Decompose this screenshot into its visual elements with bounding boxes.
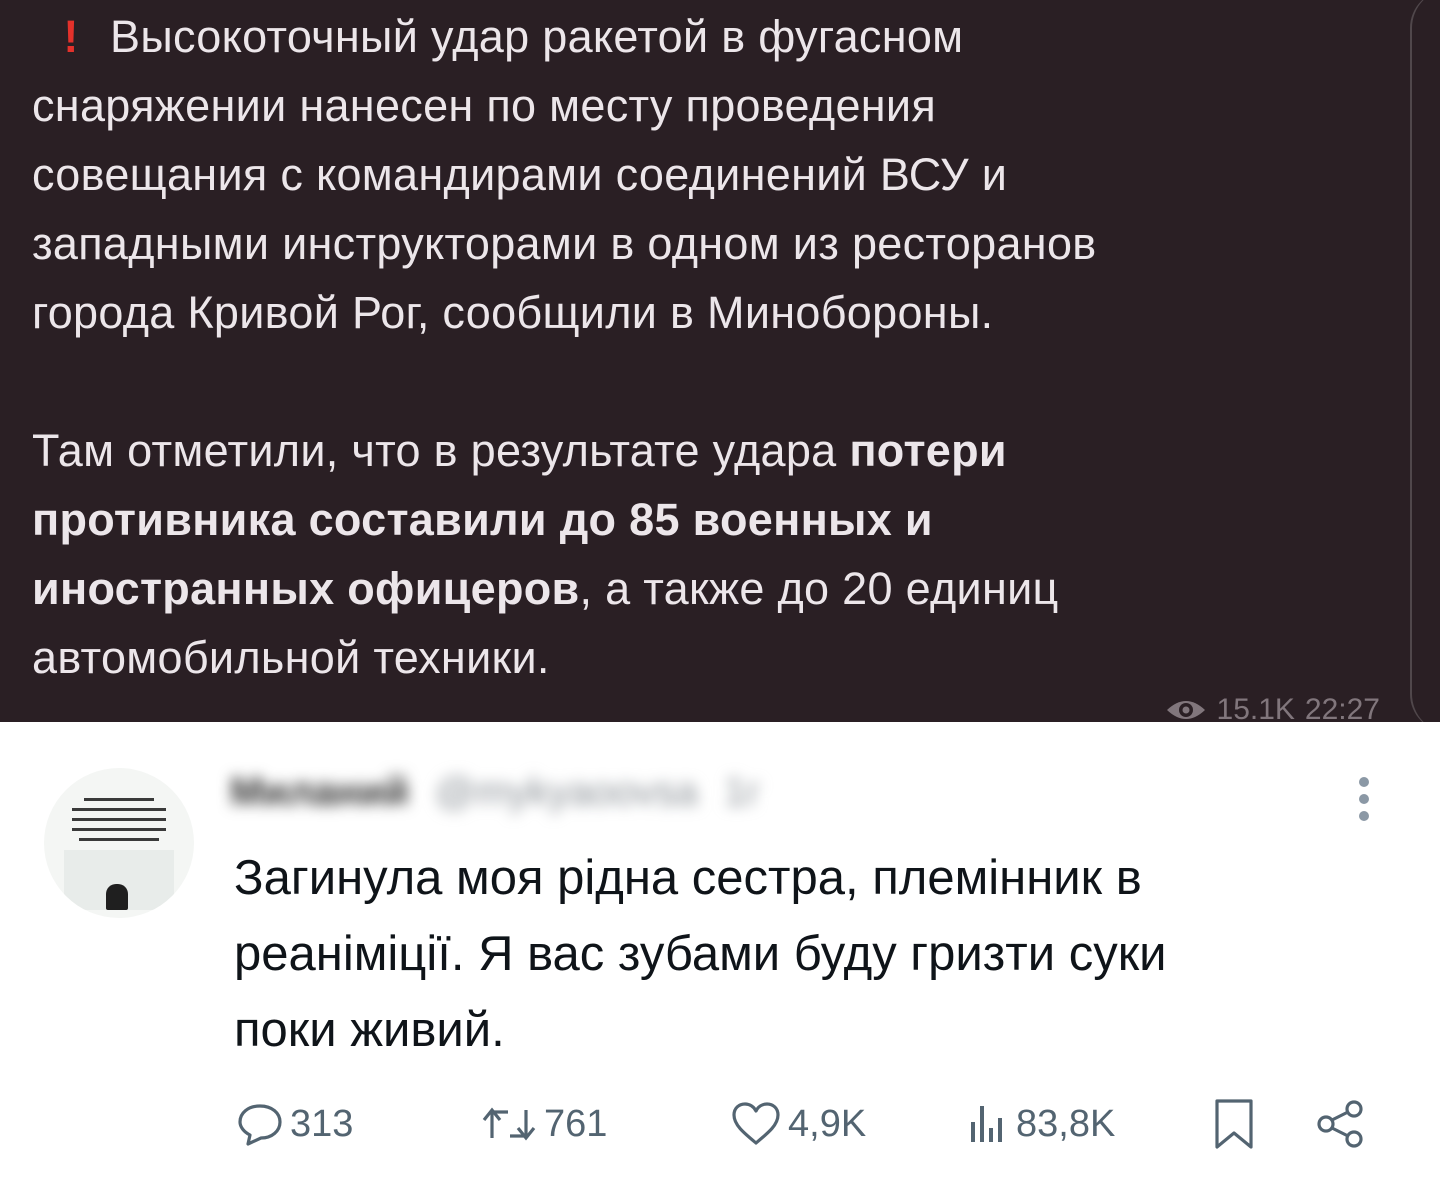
share-button[interactable] [1314,1094,1366,1154]
message-line: иностранных офицеров, а также до 20 един… [32,563,1059,614]
eye-icon [1165,696,1207,722]
message-line: совещания с командирами соединений ВСУ и [32,149,1008,200]
message-line: снаряжении нанесен по месту проведения [32,80,937,131]
avatar-art-line [79,838,159,841]
author-name: Миланий [230,769,409,814]
tweet-text: Загинула моя рідна сестра, племінник в р… [234,840,1384,1068]
cat-figure [106,884,128,910]
reply-button[interactable]: 313 [236,1094,353,1154]
tweet-text-line: поки живий. [234,1003,505,1057]
telegram-post-screenshot: ! Высокоточный удар ракетой в фугасном сн… [0,0,1440,722]
avatar-art-line [84,798,154,801]
message-line: противника составили до 85 военных и [32,494,933,545]
red-exclamation-icon: ! [63,11,79,62]
analytics-icon [966,1100,1010,1148]
repost-icon [480,1100,538,1148]
message-line: автомобильной техники. [32,632,550,683]
heart-icon [730,1100,782,1148]
avatar-art-line [72,828,166,831]
avatar-art-line [72,818,166,821]
tweet: Миланий @mykyaoovsa 1г Загинула моя рідн… [0,722,1440,1185]
bookmark-icon [1212,1097,1256,1151]
reply-icon [236,1100,284,1148]
message-line: ! Высокоточный удар ракетой в фугасном [32,2,1402,71]
like-button[interactable]: 4,9K [730,1094,866,1154]
message-meta: 15.1K 22:27 [1165,693,1380,722]
message-line: города Кривой Рог, сообщили в Минобороны… [32,287,994,338]
message-line: западными инструкторами в одном из ресто… [32,218,1097,269]
repost-count: 761 [544,1102,608,1145]
avatar-art-line [72,808,166,811]
view-count: 83,8K [1016,1102,1116,1145]
tweet-actions: 313 761 4,9K 83,8K [0,1094,1440,1154]
author-line-blurred[interactable]: Миланий @mykyaoovsa 1г [230,764,761,820]
tweet-text-line: реаніміції. Я вас зубами буду гризти сук… [234,927,1167,981]
bubble-edge [1410,0,1440,722]
view-count: 15.1K [1216,693,1295,722]
like-count: 4,9K [788,1102,867,1145]
repost-button[interactable]: 761 [480,1094,607,1154]
more-options-icon[interactable] [1352,774,1376,824]
message-time: 22:27 [1304,693,1380,722]
tweet-text-line: Загинула моя рідна сестра, племінник в [234,851,1142,905]
share-icon [1314,1098,1366,1150]
views-button[interactable]: 83,8K [966,1094,1115,1154]
bookmark-button[interactable] [1212,1094,1256,1154]
telegram-message-text: ! Высокоточный удар ракетой в фугасном сн… [32,2,1402,692]
avatar[interactable] [44,768,194,918]
message-line: Там отметили, что в результате удара пот… [32,425,1007,476]
reply-count: 313 [290,1102,354,1145]
author-handle: @mykyaoovsa [434,769,698,814]
author-time: 1г [723,769,761,814]
